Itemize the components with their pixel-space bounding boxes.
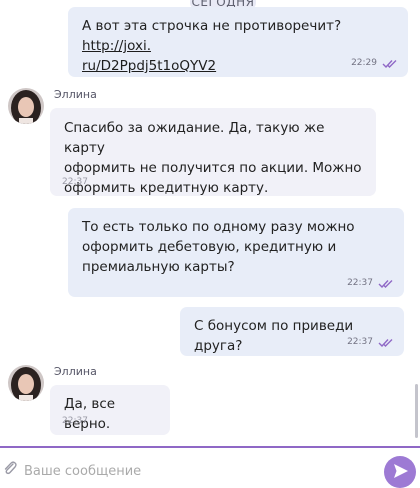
- outgoing-message: С бонусом по приведи друга? 22:37: [180, 307, 404, 356]
- message-time: 22:37: [62, 177, 88, 187]
- send-arrow-icon: [394, 464, 408, 478]
- message-line: оформить дебетовую, кредитную и: [82, 239, 337, 255]
- double-check-icon: [382, 59, 397, 68]
- message-meta: 22:37: [347, 273, 394, 293]
- double-check-icon: [378, 279, 393, 288]
- double-check-icon: [378, 338, 393, 347]
- message-line: премиальную карты?: [82, 259, 235, 275]
- sender-name: Эллина: [54, 365, 97, 378]
- sender-name: Эллина: [54, 88, 97, 101]
- message-time: 22:37: [62, 416, 88, 426]
- message-text: Спасибо за ожидание. Да, такую же карту …: [64, 118, 362, 198]
- link-text-line-2: ru/D2Ppdj5t1oQYV2: [82, 58, 217, 74]
- message-meta: 22:37: [347, 332, 394, 352]
- message-line: То есть только по одному разу можно: [82, 219, 355, 235]
- incoming-message: Да, все верно. 22:37: [50, 385, 170, 435]
- incoming-message: Спасибо за ожидание. Да, такую же карту …: [50, 108, 376, 196]
- message-input[interactable]: [24, 462, 354, 480]
- message-time: 22:29: [351, 58, 377, 68]
- message-line: Спасибо за ожидание. Да, такую же карту: [64, 120, 325, 156]
- chat-history[interactable]: СЕГОДНЯ А вот эта строчка не противоречи…: [0, 0, 420, 446]
- message-meta: 22:37: [62, 172, 88, 192]
- outgoing-message: То есть только по одному разу можно офор…: [68, 208, 404, 297]
- send-button[interactable]: [384, 456, 416, 488]
- message-time: 22:37: [347, 337, 373, 347]
- avatar-photo: [8, 365, 44, 401]
- scrollbar[interactable]: [415, 384, 418, 438]
- message-text-content: А вот эта строчка не противоречит?: [82, 18, 342, 34]
- outgoing-message: А вот эта строчка не противоречит? http:…: [68, 7, 408, 77]
- avatar[interactable]: [8, 88, 44, 124]
- link-text-line-1: http://joxi.: [82, 38, 151, 54]
- message-link[interactable]: http://joxi. ru/D2Ppdj5t1oQYV2: [82, 38, 216, 74]
- message-line: оформить кредитную карту.: [64, 180, 269, 196]
- message-time: 22:37: [347, 278, 373, 288]
- avatar-photo: [8, 88, 44, 124]
- message-meta: 22:29: [351, 53, 398, 73]
- message-composer: [0, 446, 420, 488]
- message-meta: 22:37: [62, 411, 88, 431]
- avatar[interactable]: [8, 365, 44, 401]
- message-line: оформить не получится по акции. Можно: [64, 160, 362, 176]
- message-text: То есть только по одному разу можно офор…: [82, 217, 390, 277]
